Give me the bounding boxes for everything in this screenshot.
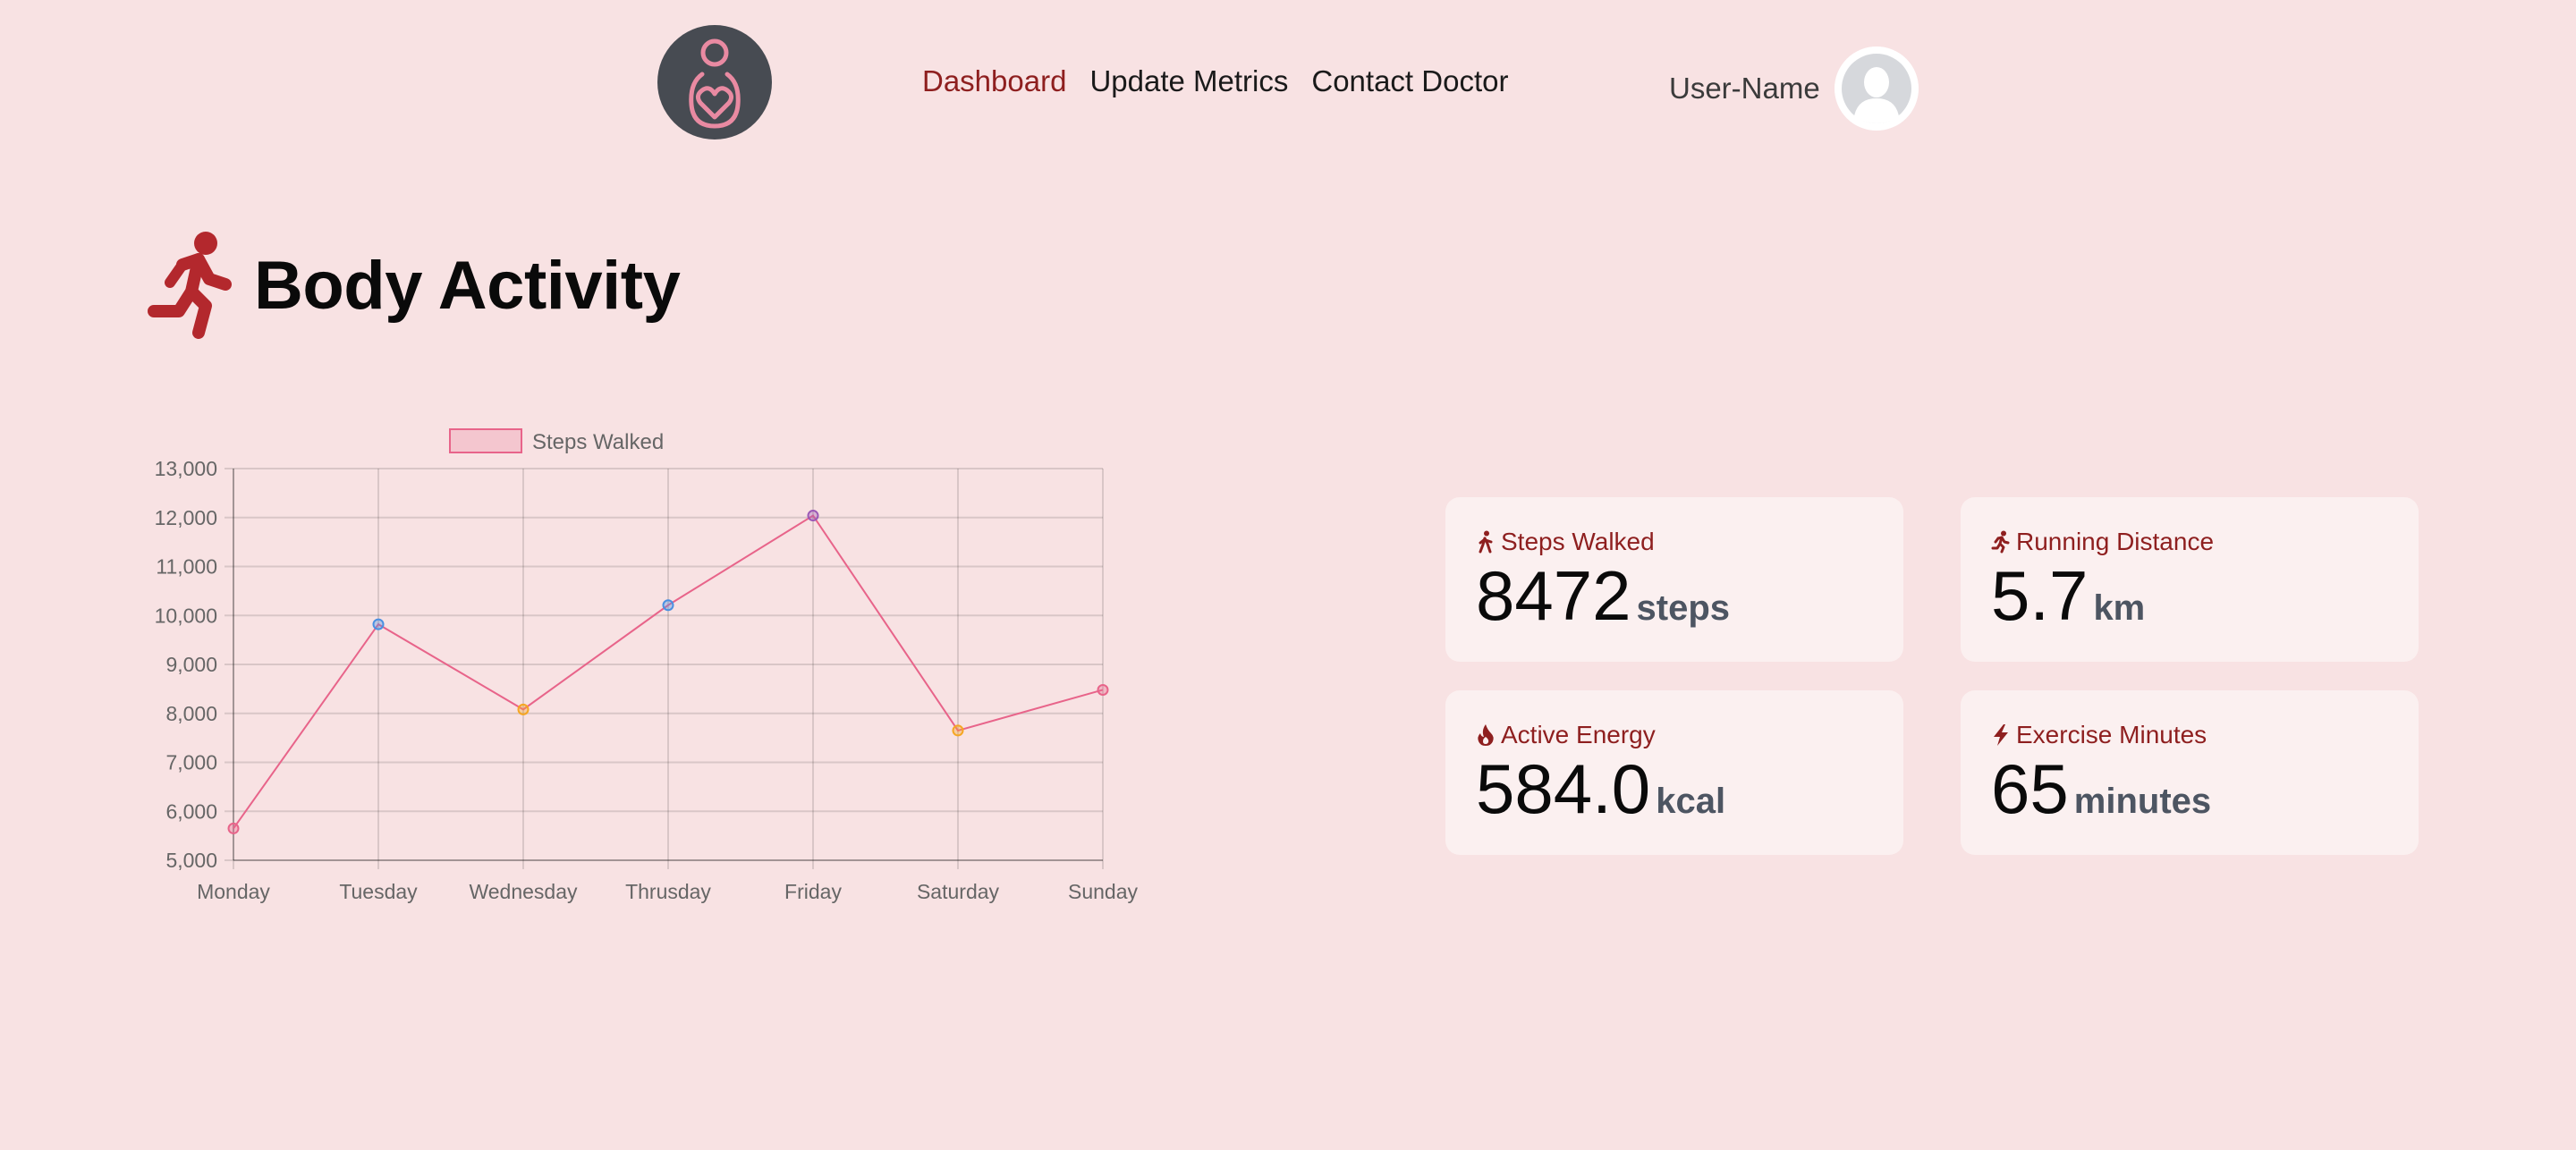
mother-heart-logo-icon — [689, 38, 741, 129]
data-point — [227, 822, 240, 834]
x-tick-label: Friday — [784, 880, 842, 903]
y-tick-label: 5,000 — [165, 849, 217, 872]
x-tick-label: Monday — [197, 880, 270, 903]
data-point — [517, 703, 530, 715]
y-tick-label: 6,000 — [165, 799, 217, 823]
legend-label: Steps Walked — [532, 430, 664, 454]
stat-unit: kcal — [1656, 782, 1726, 821]
stat-value: 5.7 — [1991, 556, 2089, 635]
x-tick-label: Saturday — [917, 880, 1000, 903]
running-person-icon — [148, 232, 232, 339]
stat-label: Running Distance — [2016, 528, 2215, 555]
x-tick-label: Tuesday — [339, 880, 418, 903]
x-tick-label: Wednesday — [469, 880, 578, 903]
main-nav: Dashboard Update Metrics Contact Doctor — [922, 64, 1508, 98]
x-tick-label: Thrusday — [625, 880, 711, 903]
y-tick-label: 10,000 — [155, 604, 217, 627]
nav-update-metrics[interactable]: Update Metrics — [1089, 64, 1288, 98]
y-tick-label: 7,000 — [165, 751, 217, 774]
steps-chart: 5,000 6,000 7,000 8,000 9,000 10,000 11,000 12,… — [134, 411, 1163, 921]
stat-card-running-distance: Running Distance 5.7 km — [1961, 497, 2419, 662]
stat-label: Exercise Minutes — [2016, 721, 2207, 748]
y-tick-label: 13,000 — [155, 457, 217, 480]
page-title: Body Activity — [254, 247, 681, 324]
stat-label: Steps Walked — [1501, 528, 1655, 555]
page-header: Body Activity — [143, 229, 681, 342]
nav-contact-doctor[interactable]: Contact Doctor — [1311, 64, 1508, 98]
stat-value: 584.0 — [1476, 749, 1651, 828]
stat-unit: minutes — [2073, 782, 2212, 821]
stat-unit: steps — [1636, 588, 1731, 628]
user-avatar-icon — [1834, 47, 1919, 131]
data-point — [372, 618, 385, 630]
data-point — [1097, 683, 1109, 696]
app-logo[interactable] — [657, 25, 772, 140]
data-point — [662, 599, 674, 612]
stat-label: Active Energy — [1501, 721, 1656, 748]
stat-unit: km — [2093, 588, 2146, 628]
user-name: User-Name — [1669, 72, 1820, 105]
nav-dashboard[interactable]: Dashboard — [922, 64, 1066, 98]
data-point — [952, 724, 964, 737]
stat-card-active-energy: Active Energy 584.0 kcal — [1445, 690, 1903, 855]
stat-card-exercise-minutes: Exercise Minutes 65 minutes — [1961, 690, 2419, 855]
data-point — [807, 510, 819, 522]
walking-icon — [1476, 530, 1496, 554]
running-icon — [1991, 530, 2011, 554]
y-tick-label: 12,000 — [155, 506, 217, 529]
stat-value: 65 — [1991, 749, 2069, 828]
x-tick-label: Sunday — [1068, 880, 1139, 903]
bolt-icon — [1991, 723, 2011, 747]
steps-line-chart: 5,000 6,000 7,000 8,000 9,000 10,000 11,000 12,… — [155, 428, 1139, 903]
user-menu[interactable]: User-Name — [1669, 47, 1919, 131]
stat-value: 8472 — [1476, 556, 1631, 635]
flame-icon — [1476, 723, 1496, 747]
y-tick-label: 11,000 — [156, 555, 217, 579]
y-tick-label: 9,000 — [165, 653, 217, 676]
avatar[interactable] — [1834, 47, 1919, 131]
legend-swatch — [449, 428, 522, 453]
stat-card-steps: Steps Walked 8472 steps — [1445, 497, 1903, 662]
y-tick-label: 8,000 — [165, 702, 217, 725]
